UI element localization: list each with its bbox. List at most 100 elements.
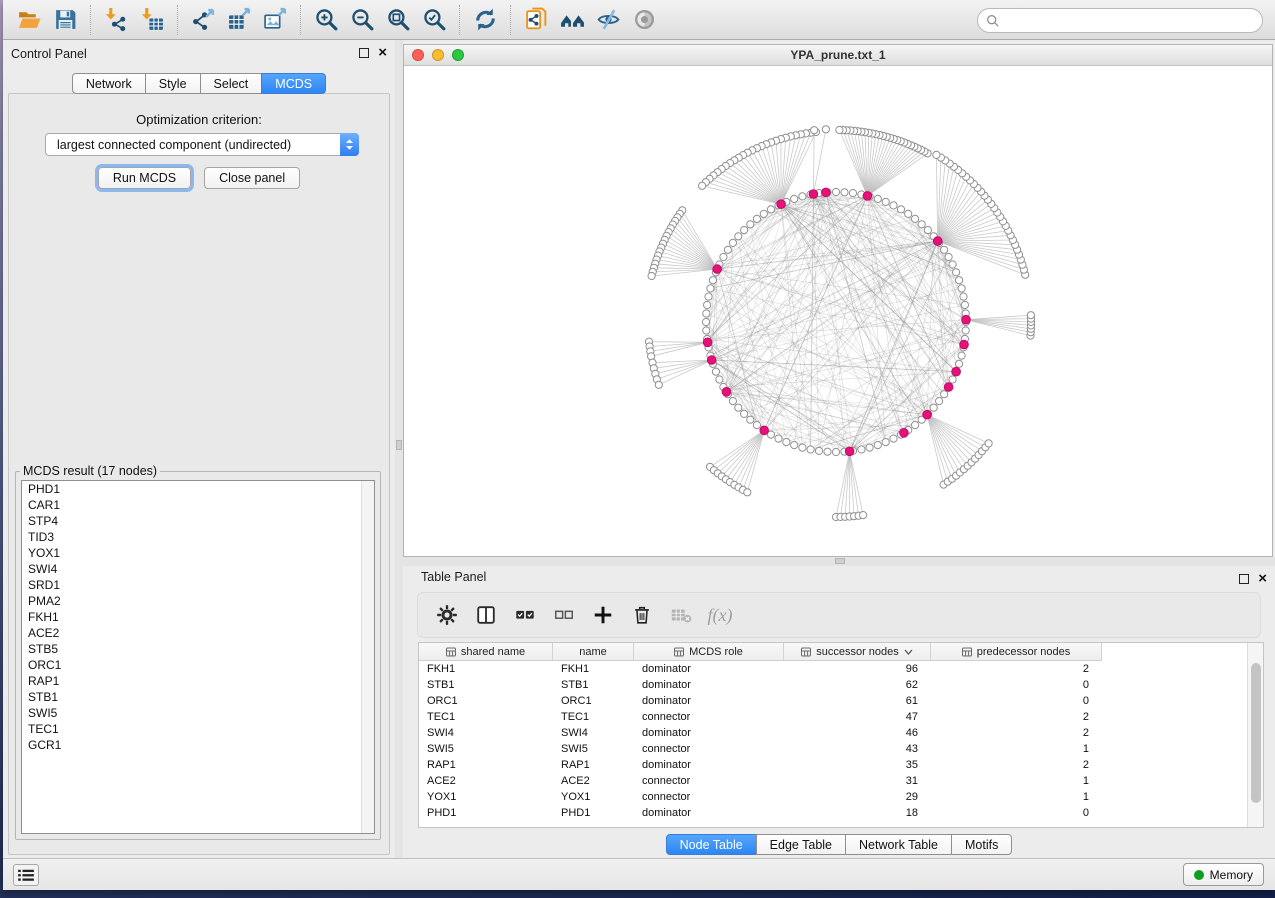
select-all-icon[interactable] [510,600,540,630]
mcds-result-item[interactable]: ORC1 [22,657,374,673]
splitter-grip[interactable] [396,440,402,450]
table-row[interactable]: ORC1ORC1dominator610 [419,693,1102,709]
mcds-result-item[interactable]: TID3 [22,529,374,545]
table-row[interactable]: FKH1FKH1dominator962 [419,661,1102,677]
mcds-result-item[interactable]: STB5 [22,641,374,657]
mcds-result-item[interactable]: STP4 [22,513,374,529]
table-cell: 35 [784,757,931,773]
export-table-icon[interactable] [221,4,257,36]
zoom-selected-icon[interactable] [416,4,452,36]
table-row[interactable]: ACE2ACE2connector311 [419,773,1102,789]
close-panel-icon[interactable]: × [1258,574,1267,584]
table-scrollbar[interactable] [1247,643,1263,827]
table-cell: 31 [784,773,931,789]
export-image-icon[interactable] [257,4,293,36]
mcds-result-item[interactable]: SWI4 [22,561,374,577]
table-row[interactable]: TEC1TEC1connector472 [419,709,1102,725]
table-row[interactable]: STB1STB1dominator620 [419,677,1102,693]
deselect-all-icon[interactable] [549,600,579,630]
run-mcds-button[interactable]: Run MCDS [98,167,191,189]
table-toolbar: f(x) [417,592,1261,638]
network-canvas[interactable] [404,66,1272,556]
close-panel-button[interactable]: Close panel [204,167,300,189]
toolbar-separator [300,5,301,35]
columns-icon[interactable] [471,600,501,630]
table-cell: 62 [784,677,931,693]
mcds-result-item[interactable]: SWI5 [22,705,374,721]
column-header-successor-nodes[interactable]: successor nodes [784,643,931,661]
table-cell: STB1 [553,677,634,693]
table-row[interactable]: SWI5SWI5connector431 [419,741,1102,757]
zoom-out-icon[interactable] [344,4,380,36]
table-cell: 1 [931,773,1102,789]
table-cell: RAP1 [419,757,553,773]
mcds-result-item[interactable]: GCR1 [22,737,374,753]
scrollbar-thumb[interactable] [1251,663,1261,803]
column-header-predecessor-nodes[interactable]: predecessor nodes [931,643,1102,661]
table-row[interactable]: RAP1RAP1dominator352 [419,757,1102,773]
vertical-splitter[interactable] [395,40,403,858]
tab-style[interactable]: Style [145,73,201,94]
column-header-MCDS-role[interactable]: MCDS role [634,643,784,661]
table-row[interactable]: PHD1PHD1dominator180 [419,805,1102,821]
tab-edge-table[interactable]: Edge Table [756,834,846,855]
import-network-icon[interactable] [98,4,134,36]
save-session-icon[interactable] [47,4,83,36]
mcds-result-item[interactable]: ACE2 [22,625,374,641]
gear-icon[interactable] [432,600,462,630]
zoom-in-icon[interactable] [308,4,344,36]
tab-mcds[interactable]: MCDS [261,73,326,94]
tab-network[interactable]: Network [72,73,146,94]
mcds-result-item[interactable]: PHD1 [22,481,374,497]
export-network-icon[interactable] [185,4,221,36]
mcds-result-item[interactable]: CAR1 [22,497,374,513]
open-session-icon[interactable] [11,4,47,36]
delete-icon[interactable] [627,600,657,630]
list-scrollbar[interactable] [361,481,374,833]
table-cell: TEC1 [553,709,634,725]
mcds-result-item[interactable]: SRD1 [22,577,374,593]
close-panel-icon[interactable]: × [378,48,387,58]
table-row[interactable]: YOX1YOX1connector291 [419,789,1102,805]
tab-motifs[interactable]: Motifs [951,834,1012,855]
delete-table-icon[interactable] [666,600,696,630]
table-cell: ACE2 [553,773,634,789]
hide-selected-icon[interactable] [590,4,626,36]
mcds-result-item[interactable]: TEC1 [22,721,374,737]
float-panel-icon[interactable] [1239,574,1249,584]
search-network-icon[interactable] [554,4,590,36]
mcds-result-item[interactable]: FKH1 [22,609,374,625]
tab-node-table[interactable]: Node Table [666,834,757,855]
search-input[interactable] [1005,14,1254,28]
mcds-panel: Optimization criterion: largest connecte… [8,93,390,855]
mcds-result-item[interactable]: YOX1 [22,545,374,561]
table-cell: connector [634,709,784,725]
splitter-grip[interactable] [835,558,845,564]
add-icon[interactable] [588,600,618,630]
memory-button[interactable]: Memory [1183,863,1264,886]
import-table-icon[interactable] [134,4,170,36]
table-cell: YOX1 [553,789,634,805]
float-panel-icon[interactable] [359,48,369,58]
table-cell: dominator [634,725,784,741]
mcds-result-item[interactable]: STB1 [22,689,374,705]
table-cell: 0 [931,805,1102,821]
horizontal-splitter[interactable] [403,557,1275,566]
list-icon [17,868,35,882]
mcds-result-item[interactable]: PMA2 [22,593,374,609]
clone-network-icon[interactable] [518,4,554,36]
zoom-fit-icon[interactable] [380,4,416,36]
tab-select[interactable]: Select [200,73,263,94]
function-icon[interactable]: f(x) [705,600,735,630]
task-history-button[interactable] [13,864,39,886]
tab-network-table[interactable]: Network Table [845,834,952,855]
apply-layout-icon[interactable] [467,4,503,36]
column-header-name[interactable]: name [553,643,634,661]
table-cell: 29 [784,789,931,805]
table-row[interactable]: SWI4SWI4dominator462 [419,725,1102,741]
optimization-criterion-select[interactable]: largest connected component (undirected) [45,133,359,156]
column-header-shared-name[interactable]: shared name [419,643,553,661]
network-graph[interactable] [404,66,1272,556]
show-all-icon[interactable] [626,4,662,36]
mcds-result-item[interactable]: RAP1 [22,673,374,689]
